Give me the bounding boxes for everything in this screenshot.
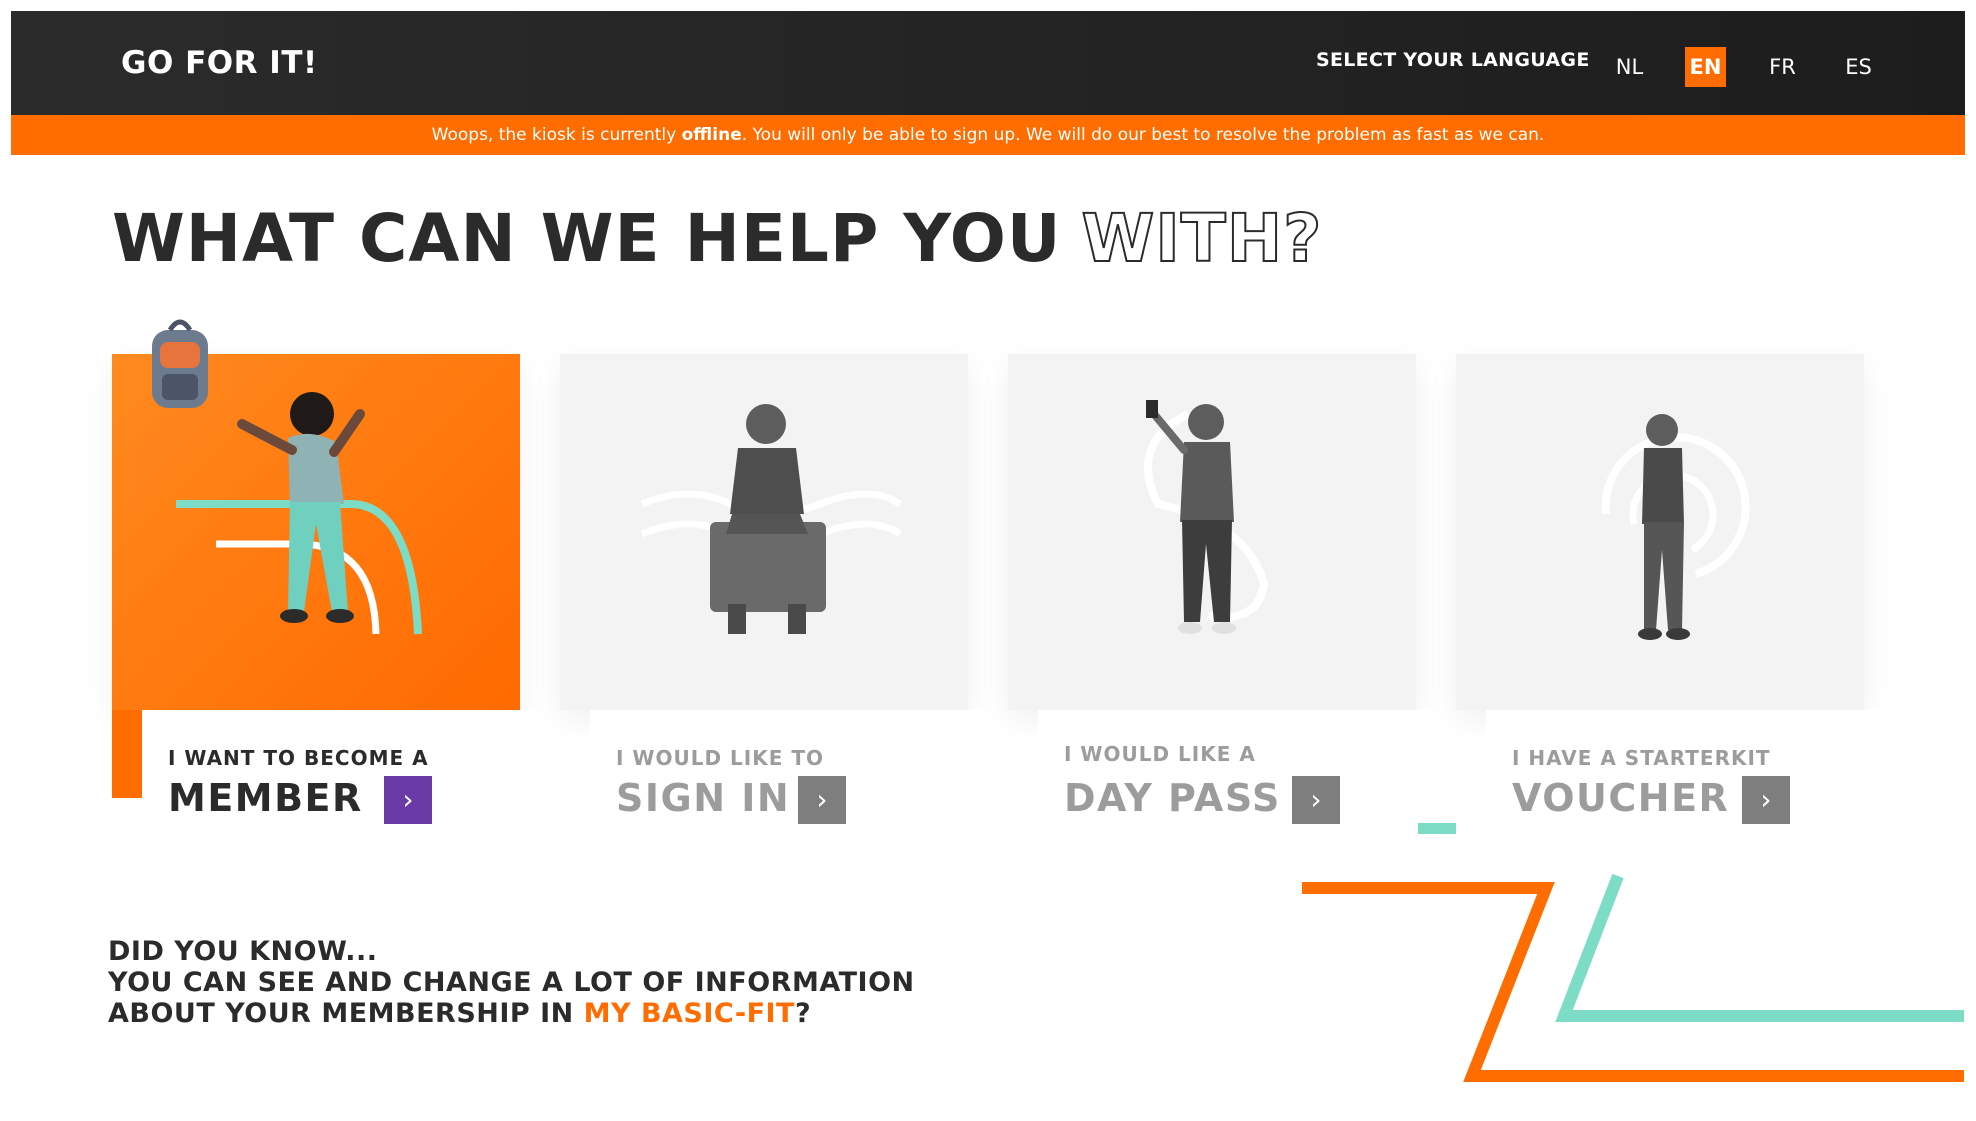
sign-in-go-button[interactable]: › [798,776,846,824]
teal-dash-decoration [1418,823,1456,834]
day-pass-card-subtitle: I WOULD LIKE A [1064,742,1256,766]
chevron-right-icon: › [1760,783,1772,816]
voucher-person-illustration [1601,414,1750,640]
voucher-photo [1456,354,1864,710]
member-card-label: I WANT TO BECOME A MEMBER › [142,710,532,850]
my-basic-fit-link[interactable]: MY BASIC-FIT [584,998,795,1029]
member-card[interactable]: I WANT TO BECOME A MEMBER › [112,319,532,854]
alert-prefix: Woops, the kiosk is currently [431,125,682,145]
sign-in-photo [560,354,968,710]
language-en-button[interactable]: EN [1685,47,1726,87]
sign-in-card-subtitle: I WOULD LIKE TO [616,746,824,770]
chevron-right-icon: › [1310,783,1322,816]
did-you-know-line3-suffix: ? [794,998,812,1029]
day-pass-card[interactable]: I WOULD LIKE A DAY PASS › [1008,354,1428,854]
language-es-button[interactable]: ES [1838,47,1879,87]
offline-alert-banner: Woops, the kiosk is currently offline. Y… [11,115,1965,155]
language-fr-button[interactable]: FR [1762,47,1803,87]
page-title-solid: WHAT CAN WE HELP YOU [112,200,1062,277]
did-you-know-line3-prefix: ABOUT YOUR MEMBERSHIP IN [108,998,584,1029]
day-pass-go-button[interactable]: › [1292,776,1340,824]
member-go-button[interactable]: › [384,776,432,824]
member-card-accent [112,710,142,798]
alert-status: offline [681,125,742,145]
did-you-know-line3: ABOUT YOUR MEMBERSHIP IN MY BASIC-FIT? [108,998,915,1029]
brand-title: GO FOR IT! [121,45,318,81]
alert-suffix: . You will only be able to sign up. We w… [741,125,1545,145]
sign-in-card[interactable]: I WOULD LIKE TO SIGN IN › [560,354,980,854]
voucher-card-subtitle: I HAVE A STARTERKIT [1512,746,1771,770]
voucher-card[interactable]: I HAVE A STARTERKIT VOUCHER › [1456,354,1876,854]
did-you-know-text: DID YOU KNOW... YOU CAN SEE AND CHANGE A… [108,936,915,1029]
chevron-right-icon: › [402,783,414,816]
day-pass-card-label: I WOULD LIKE A DAY PASS › [1038,710,1428,850]
did-you-know-line2: YOU CAN SEE AND CHANGE A LOT OF INFORMAT… [108,967,915,998]
page-title-outline: WITH? [1080,199,1323,278]
member-card-subtitle: I WANT TO BECOME A [168,746,429,770]
sign-in-person-illustration [640,404,902,634]
day-pass-photo [1008,354,1416,710]
top-bar: GO FOR IT! SELECT YOUR LANGUAGE NL EN FR… [11,11,1965,115]
day-pass-card-title: DAY PASS [1064,776,1281,820]
sign-in-card-title: SIGN IN [616,776,791,820]
day-pass-person-illustration [1144,400,1269,634]
language-nl-button[interactable]: NL [1609,47,1650,87]
member-card-title: MEMBER [168,776,363,820]
sign-in-card-label: I WOULD LIKE TO SIGN IN › [590,710,980,850]
chevron-right-icon: › [816,783,828,816]
backpack-icon [152,319,208,408]
did-you-know-line1: DID YOU KNOW... [108,936,378,967]
language-label: SELECT YOUR LANGUAGE [1316,49,1590,71]
voucher-card-title: VOUCHER [1512,776,1730,820]
voucher-card-label: I HAVE A STARTERKIT VOUCHER › [1486,710,1876,850]
voucher-go-button[interactable]: › [1742,776,1790,824]
page-title: WHAT CAN WE HELP YOU WITH? [112,199,1323,278]
